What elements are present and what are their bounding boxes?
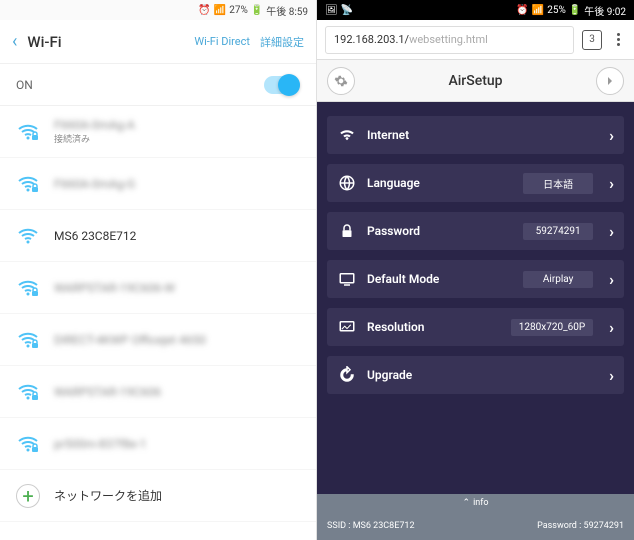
chevron-right-icon: ›: [609, 174, 614, 193]
wifi-icon: [16, 432, 40, 456]
wifi-status-icon: 📡: [341, 5, 353, 16]
network-item[interactable]: F660A-0mAg-A 接続済み: [0, 106, 316, 158]
wifi-toggle[interactable]: [264, 76, 300, 94]
chevron-right-icon: ›: [609, 318, 614, 337]
info-label: info: [473, 498, 488, 508]
footer-ssid: SSID : MS6 23C8E712: [327, 521, 415, 531]
setup-value: Airplay: [523, 271, 593, 288]
network-name: WARPSTAR-19C606-W: [54, 281, 300, 295]
chevron-right-icon: ›: [609, 366, 614, 385]
screenshot-icon: 🖼: [325, 5, 338, 16]
advanced-settings-link[interactable]: 詳細設定: [260, 34, 304, 50]
page-title: Wi-Fi: [27, 33, 184, 51]
globe-icon: [337, 173, 357, 193]
wifi-icon: [16, 224, 40, 248]
network-item[interactable]: F660A-0mAg-G: [0, 158, 316, 210]
arrow-right-icon: [604, 75, 616, 87]
network-list: F660A-0mAg-A 接続済み F660A-0mAg-G MS6 23C8E…: [0, 106, 316, 540]
wifi-icon: [16, 172, 40, 196]
setup-label: Password: [367, 224, 513, 238]
network-name: MS6 23C8E712: [54, 229, 300, 243]
wifi-icon: [16, 328, 40, 352]
alarm-icon: ⏰: [516, 5, 528, 16]
wifi-signal-icon: 📶: [214, 5, 226, 16]
plus-icon: +: [16, 484, 40, 508]
browser-address-bar: 192.168.203.1/websetting.html 3: [317, 20, 634, 60]
lock-icon: [337, 221, 357, 241]
setup-row-language[interactable]: Language 日本語 ›: [327, 164, 624, 202]
add-network-label: ネットワークを追加: [54, 487, 300, 504]
wifi-icon: [337, 125, 357, 145]
network-name: pr500m-837f8e-1: [54, 437, 300, 451]
network-item[interactable]: MS6 23C8E712: [0, 210, 316, 262]
setup-row-default-mode[interactable]: Default Mode Airplay ›: [327, 260, 624, 298]
battery-percent: 25%: [547, 5, 566, 16]
display-icon: [337, 269, 357, 289]
setup-label: Default Mode: [367, 272, 513, 286]
network-status: 接続済み: [54, 132, 300, 145]
setup-value: 1280x720_60P: [511, 319, 593, 336]
setup-label: Resolution: [367, 320, 501, 334]
chevron-right-icon: ›: [609, 126, 614, 145]
signal-icon: 📶: [532, 5, 544, 16]
tab-count-button[interactable]: 3: [582, 30, 602, 50]
network-item[interactable]: pr500m-837f8e-1: [0, 418, 316, 470]
resolution-icon: [337, 317, 357, 337]
setup-row-resolution[interactable]: Resolution 1280x720_60P ›: [327, 308, 624, 346]
battery-percent: 27%: [229, 5, 248, 16]
wifi-settings-screen: ⏰ 📶 27% 🔋 午後 8:59 ‹ Wi-Fi Wi-Fi Direct 詳…: [0, 0, 317, 540]
url-path: websetting.html: [409, 33, 488, 46]
forward-button[interactable]: [596, 67, 624, 95]
wifi-icon: [16, 120, 40, 144]
chevron-up-icon: ⌃: [463, 498, 471, 508]
status-time: 午後 8:59: [266, 3, 308, 18]
wifi-icon: [16, 380, 40, 404]
network-name: F660A-0mAg-G: [54, 177, 300, 191]
upgrade-icon: [337, 365, 357, 385]
back-icon[interactable]: ‹: [12, 31, 17, 52]
url-host: 192.168.203.1/: [334, 33, 409, 46]
alarm-icon: ⏰: [198, 5, 210, 16]
network-item[interactable]: DIRECT-4KWP Officejet 4650: [0, 314, 316, 366]
chevron-right-icon: ›: [609, 222, 614, 241]
battery-icon: 🔋: [251, 5, 263, 16]
add-network-button[interactable]: + ネットワークを追加: [0, 470, 316, 522]
footer-password: Password : 59274291: [537, 521, 624, 531]
status-time: 午後 9:02: [584, 3, 626, 18]
toggle-label: ON: [16, 78, 33, 92]
setup-row-internet[interactable]: Internet ›: [327, 116, 624, 154]
airsetup-header: AirSetup: [317, 60, 634, 102]
setup-label: Language: [367, 176, 513, 190]
network-item[interactable]: WARPSTAR-19C606: [0, 366, 316, 418]
gear-icon: [334, 74, 348, 88]
chevron-right-icon: ›: [609, 270, 614, 289]
wifi-toggle-row: ON: [0, 64, 316, 106]
setup-label: Upgrade: [367, 368, 593, 382]
battery-icon: 🔋: [569, 5, 581, 16]
airsetup-screen: 🖼 📡 ⏰ 📶 25% 🔋 午後 9:02 192.168.203.1/webs…: [317, 0, 634, 540]
browser-menu-icon[interactable]: [610, 33, 626, 46]
status-bar: 🖼 📡 ⏰ 📶 25% 🔋 午後 9:02: [317, 0, 634, 20]
setup-value: 59274291: [523, 223, 593, 240]
setup-row-upgrade[interactable]: Upgrade ›: [327, 356, 624, 394]
app-title: AirSetup: [355, 73, 596, 89]
info-footer: ⌃ info SSID : MS6 23C8E712 Password : 59…: [317, 494, 634, 540]
setup-row-password[interactable]: Password 59274291 ›: [327, 212, 624, 250]
network-item[interactable]: WARPSTAR-19C606-W: [0, 262, 316, 314]
settings-button[interactable]: [327, 67, 355, 95]
network-name: F660A-0mAg-A: [54, 118, 300, 132]
status-bar: ⏰ 📶 27% 🔋 午後 8:59: [0, 0, 316, 20]
url-input[interactable]: 192.168.203.1/websetting.html: [325, 26, 574, 54]
wifi-icon: [16, 276, 40, 300]
network-name: DIRECT-4KWP Officejet 4650: [54, 333, 300, 347]
airsetup-menu: Internet › Language 日本語 › Password 59274…: [317, 102, 634, 494]
wifi-header: ‹ Wi-Fi Wi-Fi Direct 詳細設定: [0, 20, 316, 64]
wifi-direct-link[interactable]: Wi-Fi Direct: [194, 35, 250, 48]
network-name: WARPSTAR-19C606: [54, 385, 300, 399]
setup-label: Internet: [367, 128, 593, 142]
setup-value: 日本語: [523, 173, 593, 194]
info-tab[interactable]: ⌃ info: [317, 494, 634, 512]
